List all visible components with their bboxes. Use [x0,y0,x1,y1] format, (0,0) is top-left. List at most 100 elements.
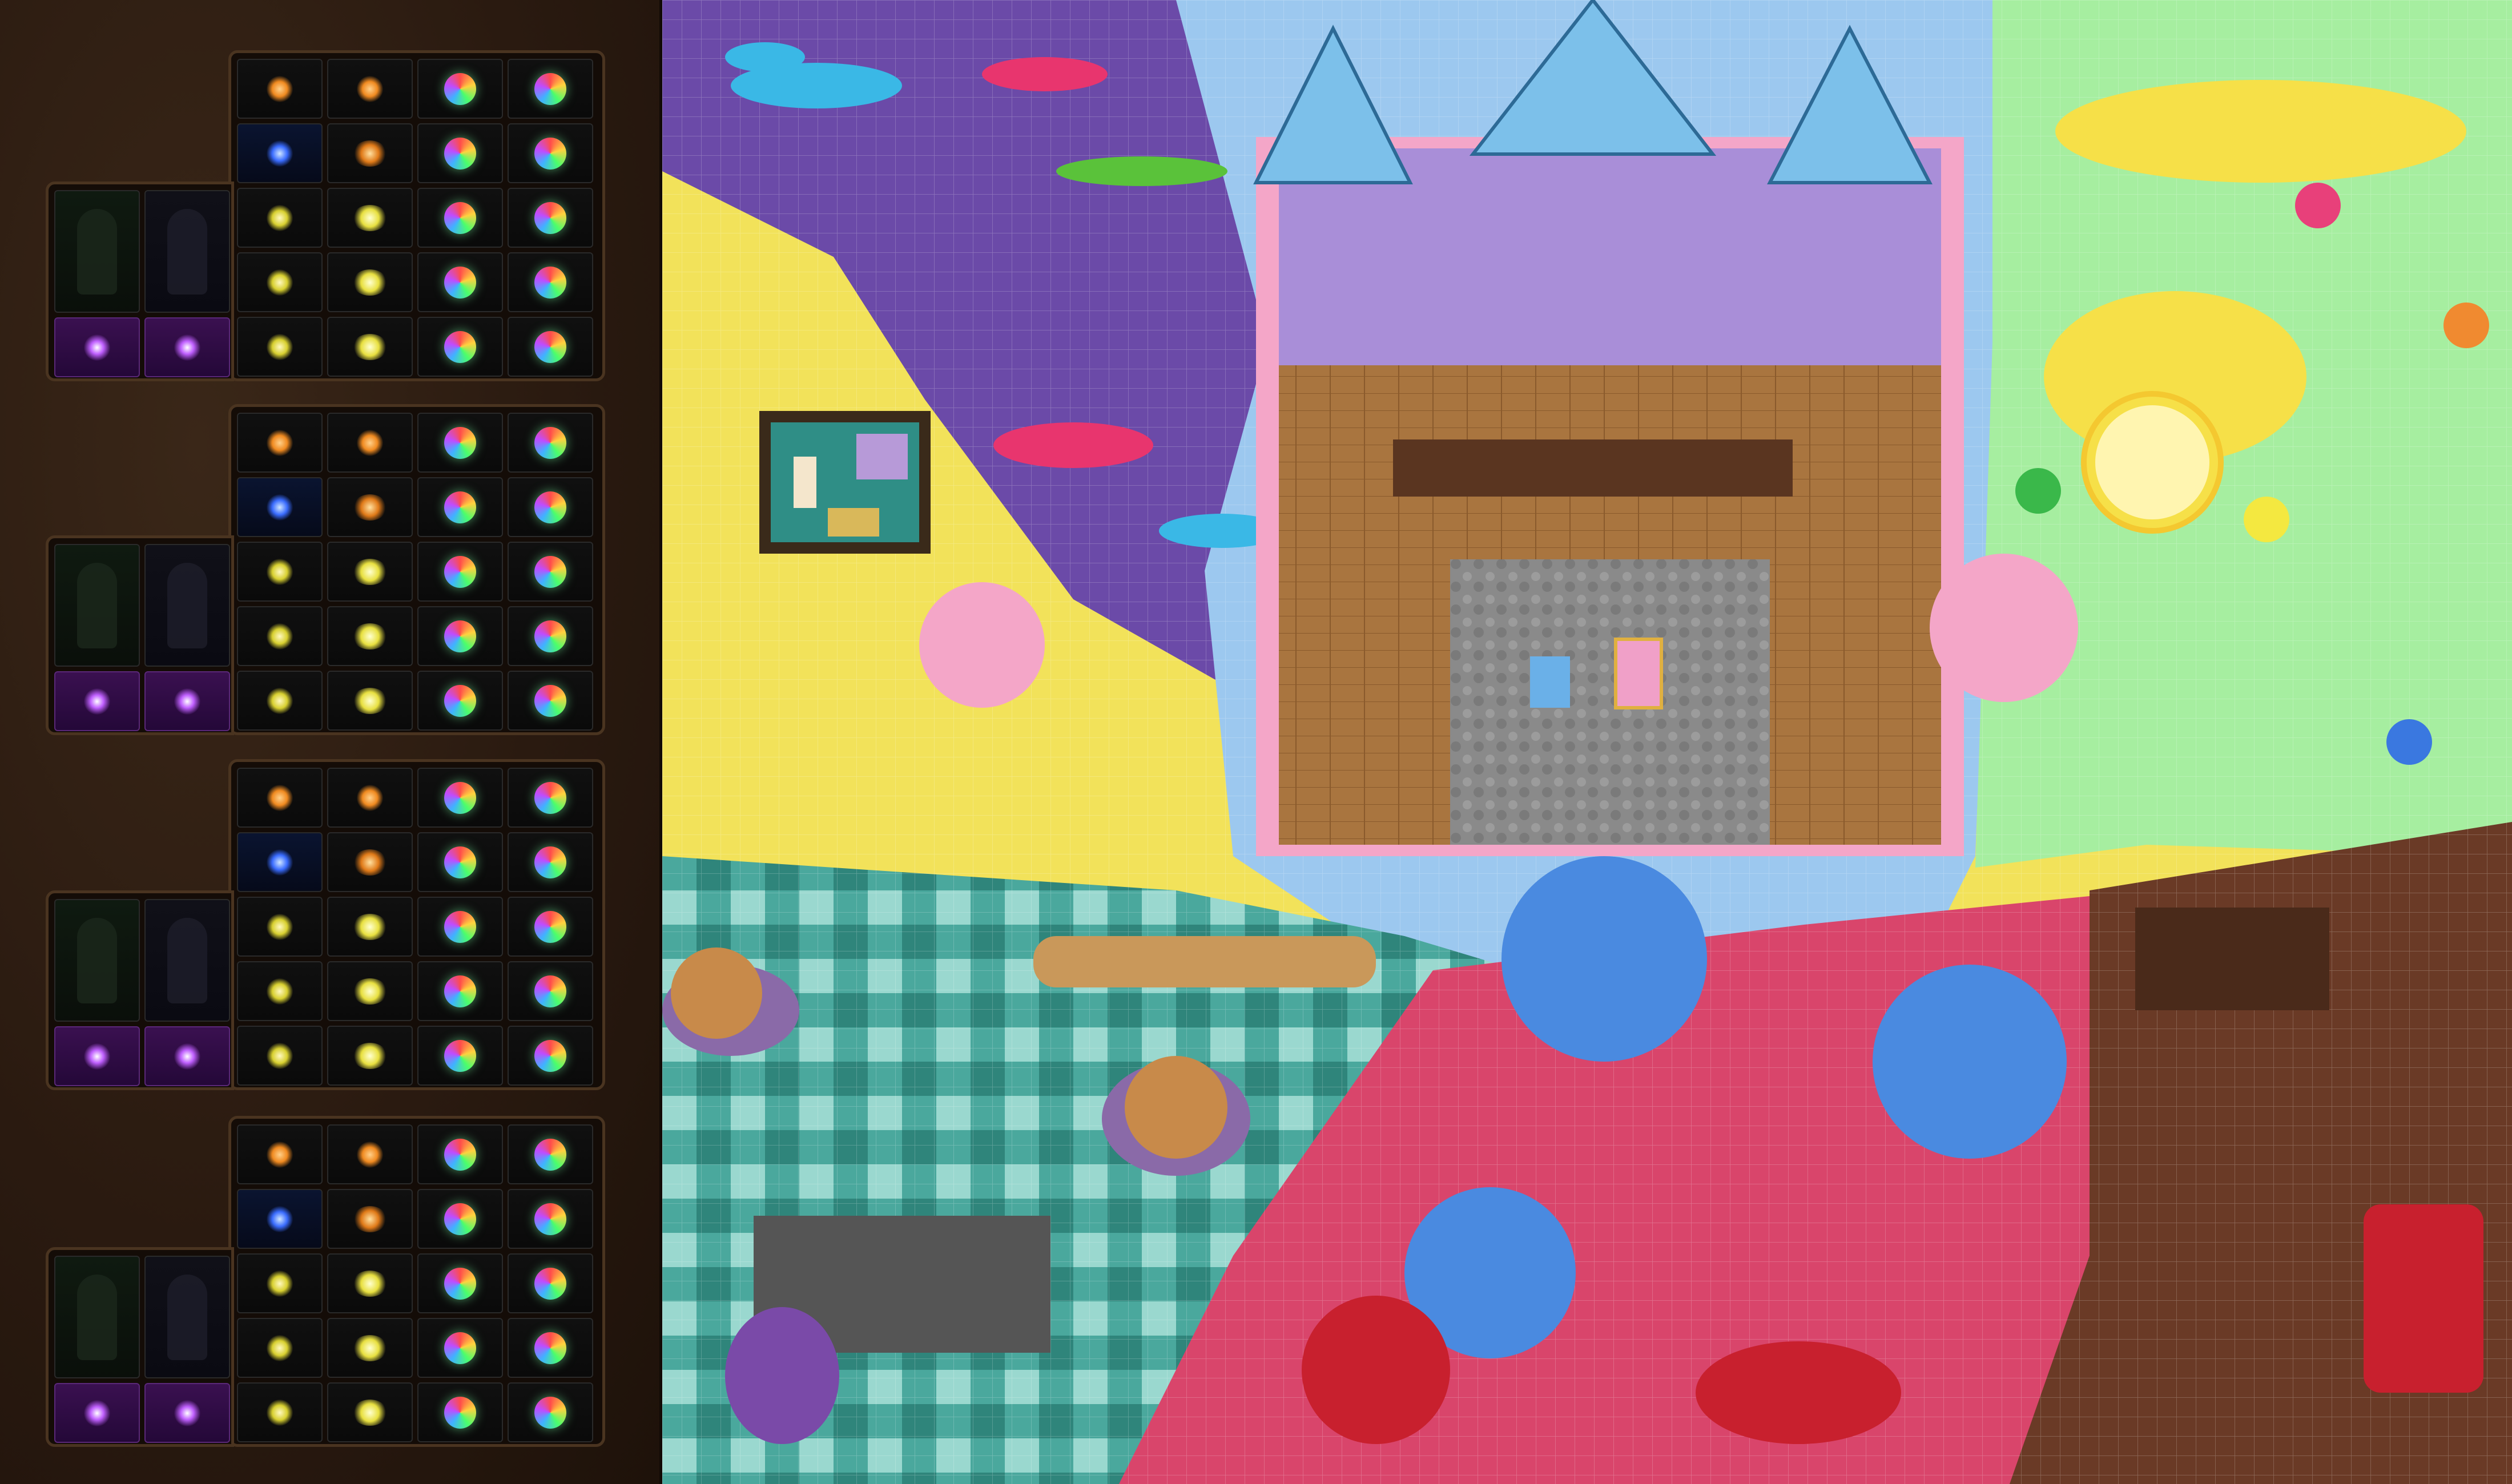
hotbar-slot[interactable] [237,542,323,602]
hotbar-slot[interactable] [417,832,503,892]
hotbar-slot[interactable] [327,477,413,537]
hotbar-slot[interactable] [237,1124,323,1184]
hotbar-slot[interactable] [327,897,413,957]
hotbar-slot[interactable] [327,123,413,183]
hotbar-slot[interactable] [327,671,413,731]
hotbar-slot[interactable] [417,1026,503,1086]
hotbar-slot[interactable] [417,59,503,119]
hotbar-slot[interactable] [417,897,503,957]
character-portrait-slot[interactable] [54,544,140,667]
character-portrait-slot[interactable] [54,190,140,313]
hotbar-slot[interactable] [237,768,323,828]
hotbar-slot[interactable] [237,252,323,312]
ability-slot[interactable] [54,1383,140,1443]
hotbar-slot[interactable] [237,1026,323,1086]
hotbar-slot[interactable] [327,961,413,1021]
hotbar-slot[interactable] [327,252,413,312]
hotbar-slot[interactable] [417,413,503,473]
hotbar-slot[interactable] [237,606,323,666]
hotbar-slot[interactable] [508,188,593,248]
hotbar-slot[interactable] [327,1253,413,1313]
character-portrait-slot[interactable] [144,190,230,313]
ability-slot[interactable] [54,671,140,731]
character-portrait-slot[interactable] [144,899,230,1022]
hotbar-slot[interactable] [508,542,593,602]
hotbar-slot[interactable] [327,1189,413,1249]
hotbar-slot[interactable] [417,671,503,731]
hotbar-slot[interactable] [508,477,593,537]
hotbar-slot[interactable] [508,252,593,312]
hotbar-slot[interactable] [417,961,503,1021]
hotbar-slot[interactable] [327,1026,413,1086]
hotbar-slot[interactable] [327,1382,413,1442]
hotbar-slot[interactable] [327,413,413,473]
hotbar-slot[interactable] [508,671,593,731]
hotbar-slot[interactable] [237,671,323,731]
hotbar-slot[interactable] [508,961,593,1021]
hotbar-slot[interactable] [508,606,593,666]
hotbar-slot[interactable] [508,413,593,473]
character-portrait-slot[interactable] [54,1256,140,1378]
hotbar-slot[interactable] [237,413,323,473]
hotbar-slot[interactable] [237,188,323,248]
character-portrait-slot[interactable] [144,544,230,667]
hotbar-slot[interactable] [508,768,593,828]
hotbar-slot[interactable] [508,1318,593,1378]
hotbar-slot[interactable] [327,317,413,377]
ability-slot[interactable] [54,317,140,377]
hotbar-slot[interactable] [237,1253,323,1313]
hotbar-slot[interactable] [237,1189,323,1249]
hotbar-slot[interactable] [327,59,413,119]
hotbar-slot[interactable] [508,832,593,892]
map-canvas[interactable] [662,0,2512,1484]
hotbar-slot[interactable] [417,1124,503,1184]
hotbar-slot[interactable] [508,1253,593,1313]
hotbar-slot[interactable] [508,1382,593,1442]
character-portrait-slot[interactable] [144,1256,230,1378]
game-map[interactable] [662,0,2512,1484]
hotbar-slot[interactable] [508,1026,593,1086]
hotbar-slot[interactable] [237,59,323,119]
hotbar-slot[interactable] [508,123,593,183]
hotbar-slot[interactable] [417,252,503,312]
hotbar-slot[interactable] [417,1318,503,1378]
hotbar-slot[interactable] [508,317,593,377]
hotbar-slot[interactable] [237,1382,323,1442]
hotbar-slot[interactable] [327,1124,413,1184]
hotbar-slot[interactable] [417,1382,503,1442]
hotbar-slot[interactable] [237,317,323,377]
hotbar-slot[interactable] [417,123,503,183]
ability-slot[interactable] [54,1026,140,1086]
hotbar-slot[interactable] [417,768,503,828]
hotbar-slot[interactable] [237,1318,323,1378]
hotbar-slot[interactable] [327,188,413,248]
hotbar-slot[interactable] [417,542,503,602]
hotbar-slot[interactable] [508,897,593,957]
hotbar-slot[interactable] [237,832,323,892]
hotbar-slot[interactable] [237,477,323,537]
hotbar-slot[interactable] [508,1189,593,1249]
ability-slot[interactable] [144,671,230,731]
castle[interactable] [1253,0,1964,856]
hotbar-slot[interactable] [417,1253,503,1313]
hotbar-slot[interactable] [327,832,413,892]
hotbar-slot[interactable] [417,606,503,666]
hotbar-slot[interactable] [417,188,503,248]
ability-slot[interactable] [144,1026,230,1086]
hotbar-slot[interactable] [508,1124,593,1184]
hotbar-slot[interactable] [417,1189,503,1249]
hotbar-slot[interactable] [327,768,413,828]
hotbar-slot[interactable] [508,59,593,119]
hotbar-slot[interactable] [237,897,323,957]
character-portrait-slot[interactable] [54,899,140,1022]
hotbar-slot[interactable] [327,606,413,666]
hotbar-slot[interactable] [237,961,323,1021]
hotbar-slot[interactable] [237,123,323,183]
ability-slot[interactable] [144,317,230,377]
small-cabin[interactable] [759,411,931,554]
hotbar-slot[interactable] [417,477,503,537]
hotbar-slot[interactable] [327,1318,413,1378]
ability-slot[interactable] [144,1383,230,1443]
hotbar-slot[interactable] [417,317,503,377]
hotbar-slot[interactable] [327,542,413,602]
